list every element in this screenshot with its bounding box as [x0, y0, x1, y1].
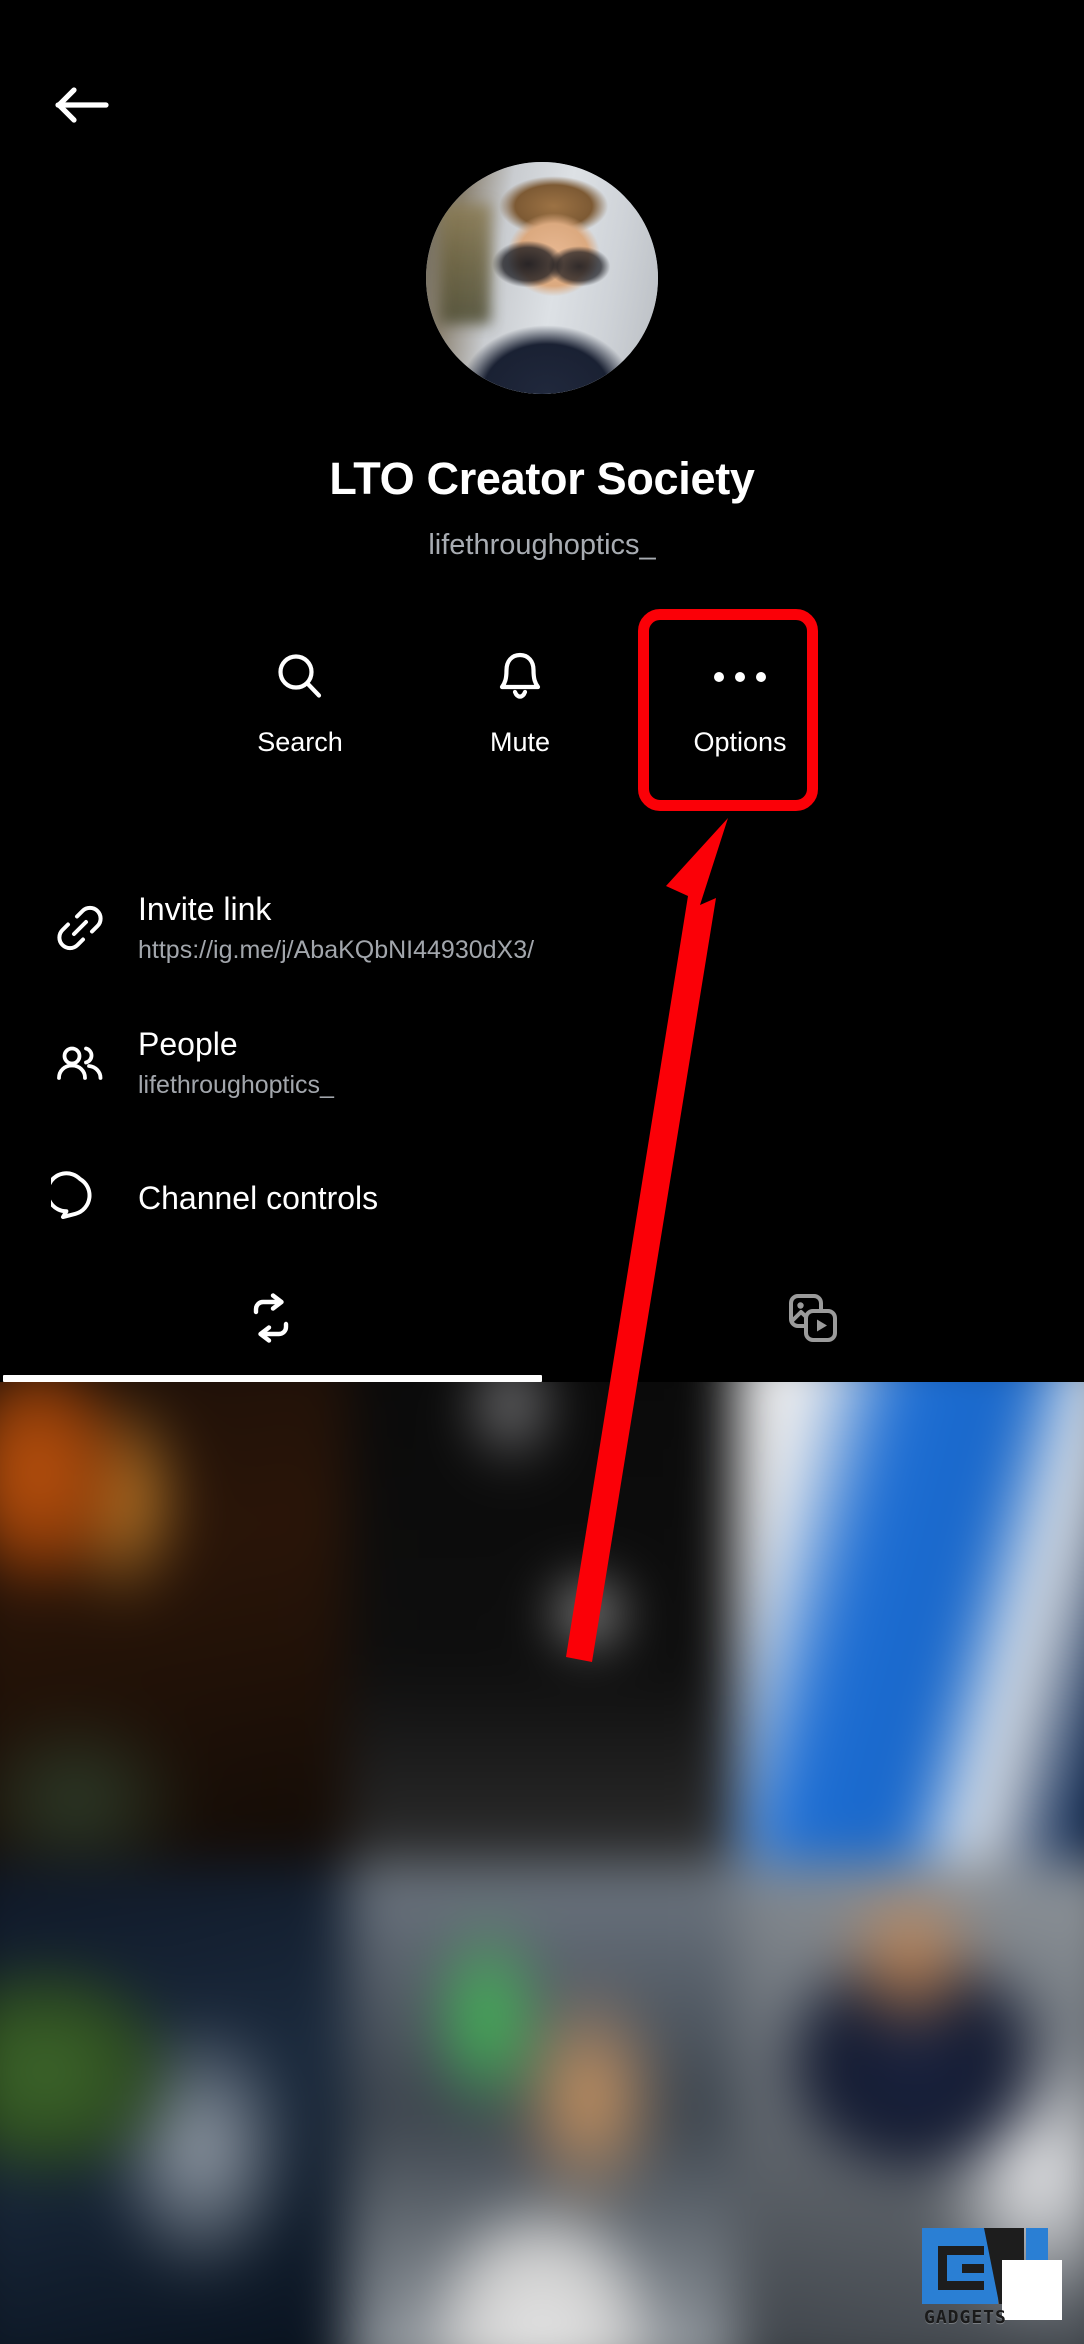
- list-item-invite-link[interactable]: Invite link https://ig.me/j/AbaKQbNI4493…: [0, 860, 1084, 995]
- channel-handle: lifethroughoptics_: [428, 529, 656, 561]
- avatar-image: [426, 162, 658, 394]
- media-grid: [0, 1382, 1084, 2344]
- ellipsis-icon: [714, 642, 766, 712]
- back-arrow-icon: [54, 83, 110, 127]
- search-icon: [273, 642, 327, 712]
- tab-media[interactable]: [542, 1265, 1084, 1375]
- list-item-people-text: People lifethroughoptics_: [138, 1024, 334, 1102]
- avatar[interactable]: [426, 162, 658, 394]
- list-item-subtitle: lifethroughoptics_: [138, 1070, 334, 1099]
- channel-info-panel: LTO Creator Society lifethroughoptics_ S…: [0, 0, 1084, 1382]
- media-cell[interactable]: [736, 1382, 1084, 1863]
- back-button[interactable]: [32, 62, 132, 148]
- screenshot-root: LTO Creator Society lifethroughoptics_ S…: [0, 0, 1084, 2344]
- tab-reposts[interactable]: [0, 1265, 542, 1375]
- media-cell[interactable]: [348, 1382, 736, 1863]
- action-mute-label: Mute: [489, 727, 551, 757]
- bell-icon: [496, 642, 544, 712]
- action-search-label: Search: [257, 727, 343, 757]
- watermark-label: GADGETS: [924, 2307, 1007, 2328]
- action-row: Search Mute Options: [210, 620, 830, 800]
- channel-settings-list: Invite link https://ig.me/j/AbaKQbNI4493…: [0, 860, 1084, 1265]
- media-cell[interactable]: [0, 1863, 348, 2344]
- action-mute[interactable]: Mute: [430, 620, 610, 800]
- list-item-title: Channel controls: [138, 1179, 379, 1216]
- tab-active-indicator: [3, 1375, 542, 1382]
- people-icon: [44, 1027, 116, 1099]
- chat-bubble-icon: [44, 1162, 116, 1234]
- list-item-invite-link-text: Invite link https://ig.me/j/AbaKQbNI4493…: [138, 889, 534, 967]
- watermark-logo: GADGETS: [922, 2228, 1062, 2332]
- page-title: LTO Creator Society: [329, 453, 755, 504]
- action-options[interactable]: Options: [650, 620, 830, 800]
- list-item-people[interactable]: People lifethroughoptics_: [0, 995, 1084, 1130]
- link-icon: [44, 892, 116, 964]
- media-cell[interactable]: [348, 1863, 736, 2344]
- watermark-white-block: [1002, 2260, 1062, 2320]
- action-search[interactable]: Search: [210, 620, 390, 800]
- watermark-g-bar: [962, 2264, 984, 2273]
- list-item-subtitle: https://ig.me/j/AbaKQbNI44930dX3/: [138, 935, 535, 964]
- media-reels-icon: [784, 1289, 842, 1352]
- media-grid-blurred: [0, 1382, 1084, 2344]
- list-item-title: People: [138, 1025, 238, 1062]
- list-item-title: Invite link: [138, 890, 272, 927]
- list-item-channel-controls-text: Channel controls: [138, 1178, 378, 1218]
- list-item-channel-controls[interactable]: Channel controls: [0, 1130, 1084, 1265]
- action-options-label: Options: [693, 727, 787, 757]
- media-cell[interactable]: [0, 1382, 348, 1863]
- repeat-loop-icon: [243, 1290, 299, 1351]
- tab-bar: [0, 1265, 1084, 1382]
